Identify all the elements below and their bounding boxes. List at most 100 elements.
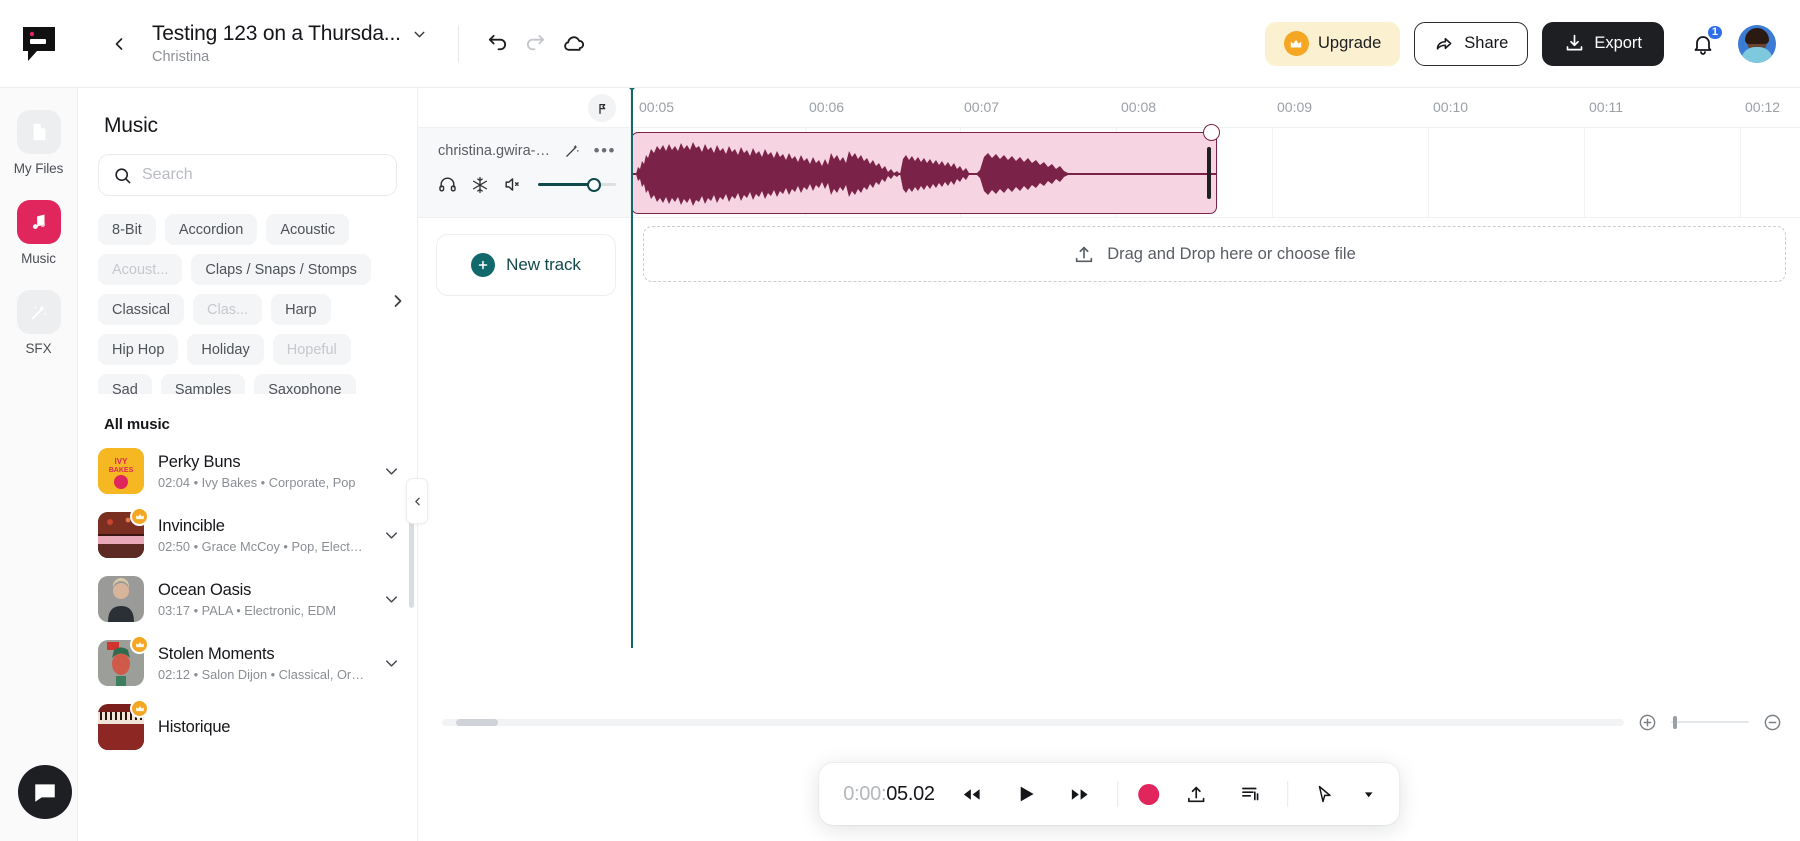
genre-tag[interactable]: Holiday	[187, 334, 263, 365]
track-expand-button[interactable]	[379, 526, 403, 545]
fast-forward-button[interactable]	[1063, 777, 1097, 811]
genre-tag[interactable]: Accordion	[165, 214, 257, 245]
zoom-knob[interactable]	[1673, 716, 1677, 729]
audio-layers-button[interactable]	[1233, 777, 1267, 811]
track-meta: Invincible 02:50 • Grace McCoy • Pop, El…	[158, 517, 365, 554]
ruler-tick: 00:06	[809, 99, 844, 115]
transport-divider	[1117, 781, 1118, 807]
cursor-tool-button[interactable]	[1308, 777, 1342, 811]
list-item[interactable]: Stolen Moments 02:12 • Salon Dijon • Cla…	[98, 631, 403, 695]
genre-tag[interactable]: Acoust...	[98, 254, 182, 285]
rewind-button[interactable]	[955, 777, 989, 811]
genre-tag[interactable]: Clas...	[193, 294, 262, 325]
genre-tag[interactable]: Sad	[98, 374, 152, 394]
genre-tag[interactable]: Hip Hop	[98, 334, 178, 365]
zoom-slider[interactable]	[1671, 715, 1749, 729]
headphones-solo-icon	[438, 175, 457, 194]
list-item[interactable]: Historique	[98, 695, 403, 759]
genre-tag[interactable]: Samples	[161, 374, 245, 394]
scrollbar-thumb[interactable]	[456, 719, 498, 726]
panel-collapse-button[interactable]	[406, 478, 428, 524]
add-marker-button[interactable]	[588, 94, 616, 122]
genre-tag[interactable]: 8-Bit	[98, 214, 156, 245]
share-button[interactable]: Share	[1414, 22, 1528, 66]
clip-resize-grip[interactable]	[1203, 124, 1220, 141]
avatar[interactable]	[1738, 25, 1776, 63]
horizontal-scrollbar[interactable]	[442, 719, 1624, 726]
back-button[interactable]	[102, 27, 136, 61]
waveform	[632, 133, 1217, 214]
time-value: 05.02	[886, 783, 935, 805]
track-expand-button[interactable]	[379, 654, 403, 673]
solo-headphones-button[interactable]	[438, 175, 457, 194]
sidebar-item-sfx[interactable]: SFX	[4, 290, 74, 356]
genre-tag[interactable]: Saxophone	[254, 374, 355, 394]
title-dropdown-button[interactable]	[411, 26, 428, 43]
genre-tag[interactable]: Harp	[271, 294, 330, 325]
record-button[interactable]	[1138, 784, 1159, 805]
list-item[interactable]: Ocean Oasis 03:17 • PALA • Electronic, E…	[98, 567, 403, 631]
descript-logo-icon	[19, 24, 59, 64]
undo-button[interactable]	[479, 25, 517, 63]
time-prefix: 0:00:	[843, 783, 886, 805]
list-item[interactable]: Invincible 02:50 • Grace McCoy • Pop, El…	[98, 503, 403, 567]
track-title: Stolen Moments	[158, 645, 365, 664]
search-wrapper	[78, 138, 417, 196]
play-button[interactable]	[1009, 777, 1043, 811]
genre-tag[interactable]: Classical	[98, 294, 184, 325]
app-logo[interactable]	[0, 0, 78, 88]
ruler-tick: 00:07	[964, 99, 999, 115]
notifications-button[interactable]: 1	[1686, 27, 1720, 61]
track-expand-button[interactable]	[379, 462, 403, 481]
magic-wand-icon[interactable]	[564, 142, 581, 159]
track-volume-slider[interactable]	[538, 178, 616, 192]
track-artist: PALA	[202, 603, 233, 618]
upload-button[interactable]	[1179, 777, 1213, 811]
genre-tag[interactable]: Claps / Snaps / Stomps	[191, 254, 371, 285]
track-title: Ocean Oasis	[158, 581, 365, 600]
play-icon	[1015, 783, 1037, 805]
sidebar-item-my-files[interactable]: My Files	[4, 110, 74, 176]
search-box[interactable]	[98, 154, 397, 196]
freeze-button[interactable]	[471, 176, 489, 194]
left-rail: My Files Music SFX	[0, 88, 78, 841]
fast-forward-icon	[1069, 784, 1090, 805]
cloud-sync-button[interactable]	[555, 25, 593, 63]
new-track-button[interactable]: New track	[436, 234, 616, 296]
genre-tag[interactable]: Hopeful	[273, 334, 351, 365]
clip-right-handle[interactable]	[1207, 147, 1211, 199]
panel-title: Music	[78, 88, 417, 138]
export-button[interactable]: Export	[1542, 22, 1664, 66]
new-track-cell: New track	[418, 218, 630, 296]
cloud-sync-icon	[561, 31, 586, 56]
chat-support-button[interactable]	[18, 765, 72, 819]
audio-clip[interactable]	[631, 132, 1217, 214]
page-title[interactable]: Testing 123 on a Thursda...	[152, 22, 401, 46]
tags-next-button[interactable]	[385, 288, 411, 314]
track-more-button[interactable]: •••	[594, 146, 616, 156]
mute-button[interactable]	[503, 175, 522, 194]
upgrade-button[interactable]: Upgrade	[1265, 22, 1400, 66]
timeline-ruler[interactable]: 00:05 00:06 00:07 00:08 00:09 00:10 00:1…	[631, 88, 1800, 128]
volume-knob[interactable]	[587, 178, 601, 192]
track-subtitle: 02:04 • Ivy Bakes • Corporate, Pop	[158, 475, 365, 490]
redo-button[interactable]	[517, 25, 555, 63]
download-icon	[1564, 33, 1585, 54]
zoom-in-button[interactable]	[1638, 713, 1657, 732]
track-header-row-top: christina.gwira-10... •••	[438, 142, 616, 159]
genre-tag[interactable]: Acoustic	[266, 214, 349, 245]
audio-lane[interactable]	[631, 128, 1800, 218]
cursor-tool-dropdown[interactable]	[1362, 788, 1375, 801]
zoom-out-button[interactable]	[1763, 713, 1782, 732]
playhead-time-display[interactable]: 0:00:05.02	[843, 783, 935, 806]
track-artwork	[98, 576, 144, 622]
dropzone[interactable]: Drag and Drop here or choose file	[643, 226, 1786, 282]
track-expand-button[interactable]	[379, 590, 403, 609]
zoom-in-icon	[1638, 713, 1657, 732]
search-input[interactable]	[142, 166, 382, 184]
track-name[interactable]: christina.gwira-10...	[438, 143, 556, 159]
app-root: Testing 123 on a Thursda... Christina Up…	[0, 0, 1800, 841]
sidebar-item-music[interactable]: Music	[4, 200, 74, 266]
upgrade-label: Upgrade	[1318, 34, 1381, 53]
list-item[interactable]: IVY BAKES Perky Buns 02:04 • Ivy Bakes •…	[98, 439, 403, 503]
